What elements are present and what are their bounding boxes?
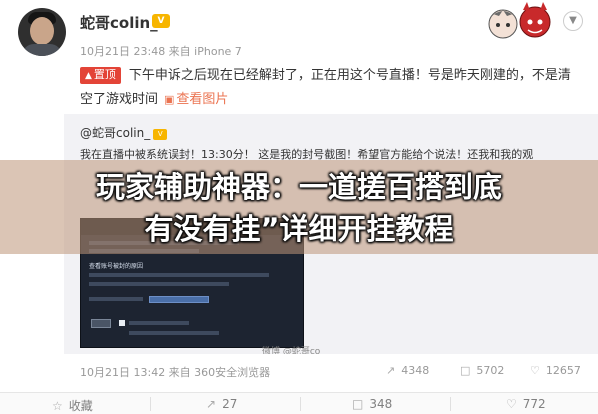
screenshot-button [91, 319, 111, 328]
comment-button[interactable]: □ 348 [352, 397, 392, 411]
chevron-down-icon[interactable]: ▼ [563, 11, 583, 31]
pin-label: 置顶 [93, 68, 116, 81]
comment-icon: □ [352, 397, 364, 411]
weibo-watermark: 微博 @蛇哥co [262, 347, 321, 354]
repost-meta: 10月21日 13:42 来自 360安全浏览器 [80, 366, 271, 379]
repost-share-count[interactable]: ↗ 4348 [386, 364, 429, 377]
share-icon: ↗ [206, 397, 217, 411]
post-meta: 10月21日 23:48 来自 iPhone 7 [80, 45, 242, 58]
overlay-title-line-2: 有没有挂”详细开挂教程 [144, 212, 454, 246]
like-button[interactable]: ♡ 772 [506, 397, 546, 411]
post-text: ▲ 置顶 下午申诉之后现在已经解封了，正在用这个号直播！号是昨天刚建的，不是清空了游… [80, 64, 580, 112]
share-icon: ↗ [386, 364, 396, 377]
like-icon: ♡ [506, 397, 517, 411]
screenshot-checkbox [119, 320, 125, 326]
screenshot-heading: 查看账号被封的原因 [89, 263, 144, 270]
comment-icon: □ [460, 364, 471, 377]
overlay-title: 玩家辅助神器：一道搓百搭到底 有没有挂”详细开挂教程 [0, 166, 598, 250]
post-header: 蛇哥colin_ V 10月21日 23:48 来自 iPhone 7 ▼ [0, 0, 598, 62]
picture-icon: ▣ [164, 93, 175, 106]
screenshot-field [149, 296, 209, 303]
like-icon: ♡ [530, 364, 540, 377]
cartoon-decoration-icon [488, 2, 551, 39]
favorite-button[interactable]: ☆ 收藏 [52, 397, 93, 414]
post-body: 下午申诉之后现在已经解封了，正在用这个号直播！号是昨天刚建的，不是清空了游戏时间 [80, 68, 571, 107]
vip-badge-icon: V [152, 14, 170, 28]
pin-icon: ▲ [85, 71, 92, 81]
repost-comment-count[interactable]: □ 5702 [460, 364, 504, 377]
author-name[interactable]: 蛇哥colin_ [80, 12, 158, 33]
view-pictures-link[interactable]: ▣ 查看图片 [164, 92, 228, 107]
share-button[interactable]: ↗ 27 [206, 397, 237, 411]
pin-badge: ▲ 置顶 [80, 67, 121, 84]
action-bar: ☆ 收藏 ↗ 27 □ 348 ♡ 772 [0, 393, 598, 414]
overlay-title-line-1: 玩家辅助神器：一道搓百搭到底 [95, 170, 502, 204]
repost-like-count[interactable]: ♡ 12657 [530, 364, 581, 377]
repost-author[interactable]: @蛇哥colin_ V [80, 124, 168, 141]
star-icon: ☆ [52, 399, 63, 413]
vip-badge-icon: V [153, 129, 168, 140]
avatar[interactable] [18, 8, 66, 56]
